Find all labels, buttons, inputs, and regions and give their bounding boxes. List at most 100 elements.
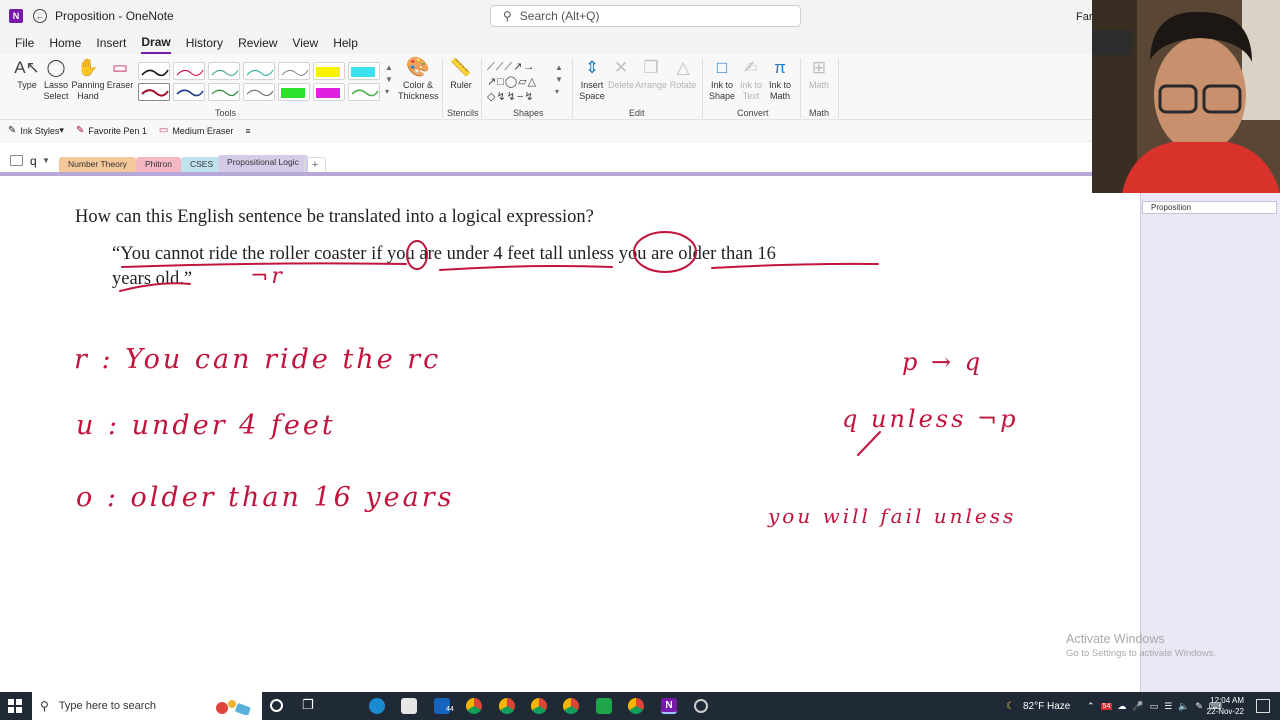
task-view-icon[interactable]: ❐ (302, 697, 318, 713)
chrome-icon[interactable] (563, 698, 579, 714)
delete-button[interactable]: ✕ Delete (604, 56, 638, 91)
highlighter-green[interactable] (278, 83, 310, 101)
math-button[interactable]: ⊞ Math (802, 56, 836, 91)
highlighter-magenta[interactable] (313, 83, 345, 101)
ink-styles-label: Ink Styles (20, 125, 60, 136)
chrome-icon[interactable] (628, 698, 644, 714)
obs-icon[interactable] (694, 699, 708, 713)
diamond-shape-icon[interactable]: ◇↯↯−↯ (487, 91, 535, 103)
pen-stroke-icon (246, 89, 274, 97)
pen-dark-red-selected[interactable] (138, 83, 170, 101)
math-grid-icon: ⊞ (811, 58, 827, 77)
clock-time: 12:04 AM (1210, 696, 1244, 705)
chrome-icon[interactable] (466, 698, 482, 714)
pen-red-thin[interactable] (173, 62, 205, 80)
menu-help[interactable]: Help (333, 33, 358, 53)
tab-cses[interactable]: CSES (181, 157, 223, 172)
shapes-gallery[interactable]: ⟋⟋⟋↗→ ↗□◯▱△ ◇↯↯−↯ (487, 60, 555, 106)
menu-draw[interactable]: Draw (141, 32, 171, 54)
cortana-icon[interactable] (270, 699, 283, 712)
pen-workspace-icon[interactable]: ✎ (1195, 701, 1203, 712)
ink-to-math-label: Ink to Math (768, 80, 791, 101)
group-stencils-label: Stencils (447, 108, 479, 118)
highlighter-yellow[interactable] (313, 62, 345, 80)
sentence-line-1[interactable]: “You cannot ride the roller coaster if y… (112, 244, 776, 265)
eraser-button[interactable]: ▭ Eraser (103, 56, 137, 91)
wifi-icon[interactable]: ☰ (1164, 701, 1172, 712)
lasso-select-button[interactable]: ◯ Lasso Select (39, 56, 73, 102)
onenote-taskbar-icon[interactable]: N (661, 698, 677, 714)
pen-blue[interactable] (173, 83, 205, 101)
menu-insert[interactable]: Insert (96, 33, 126, 53)
eraser-icon: ▭ (111, 58, 129, 77)
pen-black[interactable] (138, 62, 170, 80)
ink-to-math-button[interactable]: π Ink to Math (763, 56, 797, 102)
activate-subtitle: Go to Settings to activate Windows. (1066, 648, 1216, 659)
highlighter-cyan[interactable] (348, 62, 380, 80)
battery-icon[interactable]: ▭ (1150, 701, 1159, 712)
ink-styles-dropdown[interactable]: ✎ Ink Styles ▾ (8, 125, 64, 136)
search-icon: ⚲ (503, 9, 512, 23)
tab-phitron[interactable]: Phitron (136, 157, 181, 172)
notebook-icon[interactable] (10, 155, 23, 166)
pen-green-thin[interactable] (208, 62, 240, 80)
highlighter-icon (316, 88, 340, 98)
notifications-icon[interactable] (1256, 699, 1270, 713)
network-icon[interactable]: ☁ (1117, 701, 1126, 712)
favorite-pen-button[interactable]: ✎ Favorite Pen 1 (76, 125, 147, 136)
menu-view[interactable]: View (292, 33, 318, 53)
pens-scroll-chevron-icon[interactable]: ▲ ▼ ▾ (385, 62, 393, 98)
edge-icon[interactable] (369, 698, 385, 714)
microphone-icon[interactable]: 🎤 (1132, 701, 1143, 712)
pen-gray-thin[interactable] (278, 62, 310, 80)
rectangle-shape-icon[interactable]: ↗□◯▱△ (487, 76, 537, 88)
arrange-icon: ❐ (643, 58, 659, 77)
menu-review[interactable]: Review (238, 33, 277, 53)
color-thickness-button[interactable]: 🎨 Color & Thickness (398, 56, 439, 102)
arrange-button[interactable]: ❐ Arrange (634, 56, 668, 91)
menu-file[interactable]: File (15, 33, 34, 53)
notebook-name[interactable]: q (30, 154, 37, 168)
pen-galaxy[interactable] (348, 83, 380, 101)
search-box[interactable]: ⚲ Search (Alt+Q) (490, 5, 801, 27)
weather-widget[interactable]: ☾ 82°F Haze (1006, 692, 1070, 720)
pen-green[interactable] (208, 83, 240, 101)
clock[interactable]: 12:04 AM 22-Nov-22 (1207, 695, 1244, 717)
line-shape-icon[interactable]: ⟋⟋⟋↗→ (487, 61, 535, 73)
ink-note-r: r : You can ride the rc (74, 344, 442, 375)
add-section-button[interactable]: + (304, 157, 326, 172)
question-text[interactable]: How can this English sentence be transla… (75, 207, 594, 228)
chevron-down-icon: ▾ (59, 125, 64, 135)
tab-propositional-logic[interactable]: Propositional Logic (218, 155, 308, 172)
webcam-overlay (1092, 0, 1280, 193)
windows-start-icon[interactable] (8, 699, 22, 713)
rotate-button[interactable]: △ Rotate (666, 56, 700, 91)
ink-q-unless-not-p: q unless ¬p (842, 405, 1019, 433)
tab-number-theory[interactable]: Number Theory (59, 157, 136, 172)
pen-stroke-icon (141, 89, 169, 97)
sentence-line-2[interactable]: years old.” (112, 269, 192, 290)
back-icon[interactable]: ← (33, 9, 47, 23)
excel-icon[interactable] (596, 698, 612, 714)
chrome-icon[interactable] (499, 698, 515, 714)
activate-windows-watermark: Activate Windows Go to Settings to activ… (1066, 632, 1216, 659)
ruler-button[interactable]: 📏 Ruler (444, 56, 478, 91)
menu-history[interactable]: History (186, 33, 223, 53)
taskbar-search-placeholder: Type here to search (58, 700, 157, 712)
chrome-icon[interactable] (531, 698, 547, 714)
pen-teal-thin[interactable] (243, 62, 275, 80)
page-item-proposition[interactable]: Proposition (1142, 201, 1277, 214)
shapes-scroll-chevron-icon[interactable]: ▲ ▼ ▾ (555, 62, 563, 98)
pen-gray[interactable] (243, 83, 275, 101)
user-name[interactable]: Farh (1076, 11, 1092, 23)
store-icon[interactable] (401, 698, 417, 714)
search-highlight-icon[interactable] (212, 699, 252, 716)
chevron-down-icon[interactable]: ▼ (42, 156, 50, 165)
customize-toolbar-icon[interactable]: ≡ (245, 126, 250, 136)
medium-eraser-button[interactable]: ▭ Medium Eraser (159, 125, 233, 136)
tray-badge[interactable]: 54 (1100, 702, 1113, 710)
menu-home[interactable]: Home (49, 33, 81, 53)
volume-icon[interactable]: 🔈 (1178, 701, 1189, 712)
panning-hand-button[interactable]: ✋ Panning Hand (71, 56, 105, 102)
chevron-up-icon[interactable]: ⌃ (1087, 701, 1095, 712)
